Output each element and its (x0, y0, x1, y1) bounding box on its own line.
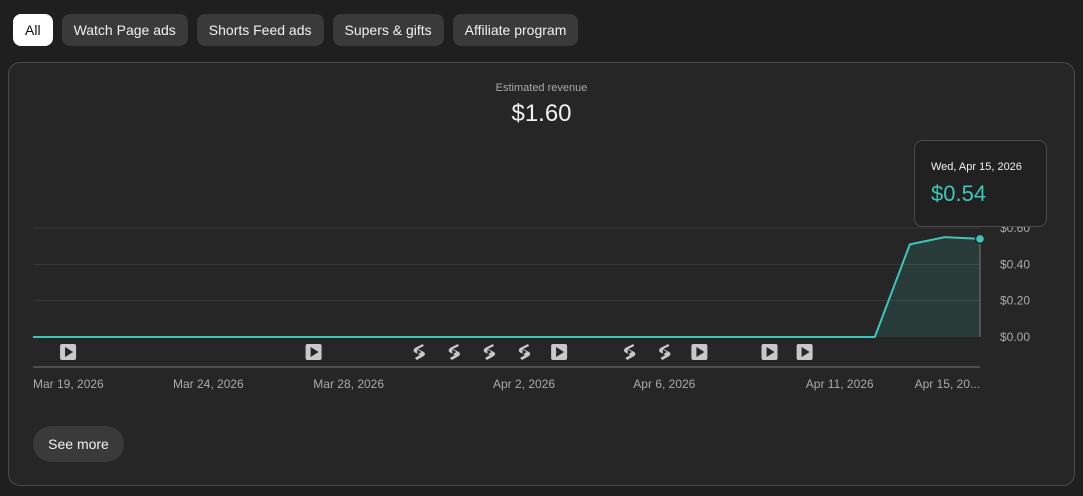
x-tick-label: Mar 24, 2026 (173, 377, 244, 391)
x-tick-label: Apr 15, 20... (915, 377, 980, 391)
x-tick-label: Apr 2, 2026 (493, 377, 555, 391)
filter-chip-affiliate-program[interactable]: Affiliate program (452, 14, 579, 46)
x-tick-label: Mar 28, 2026 (313, 377, 384, 391)
see-more-button[interactable]: See more (33, 426, 124, 462)
x-tick-label: Mar 19, 2026 (33, 377, 104, 391)
tooltip-value: $0.54 (931, 181, 987, 206)
filter-chip-shorts-feed-ads[interactable]: Shorts Feed ads (196, 14, 324, 46)
revenue-chart[interactable]: $0.00$0.20$0.40$0.60Mar 19, 2026 Mar 24, … (9, 63, 1074, 393)
video-upload-marker-icon[interactable] (796, 344, 813, 360)
video-upload-marker-icon[interactable] (761, 344, 778, 360)
filter-chip-all[interactable]: All (13, 14, 53, 46)
y-tick-label: $0.20 (1000, 294, 1030, 308)
short-upload-marker-icon[interactable] (518, 344, 531, 360)
x-tick-label: Apr 6, 2026 (633, 377, 695, 391)
chart-tooltip: Wed, Apr 15, 2026 $0.54 (914, 140, 1047, 227)
tooltip-date: Wed, Apr 15, 2026 (931, 161, 1022, 173)
short-upload-marker-icon[interactable] (659, 344, 671, 360)
video-upload-marker-icon[interactable] (60, 344, 77, 360)
short-upload-marker-icon[interactable] (448, 344, 461, 360)
video-upload-marker-icon[interactable] (305, 344, 322, 360)
video-upload-marker-icon[interactable] (691, 344, 708, 360)
series-area (33, 237, 980, 337)
short-upload-marker-icon[interactable] (623, 344, 636, 360)
video-upload-marker-icon[interactable] (551, 344, 568, 360)
series-line (33, 236, 981, 338)
revenue-card: Estimated revenue $1.60 $0.00 $0.20 $0.40 $… (8, 62, 1075, 486)
filter-chip-bar: All Watch Page ads Shorts Feed ads Super… (13, 14, 579, 46)
y-tick-label: $0.00 (1000, 330, 1030, 344)
filter-chip-supers-gifts[interactable]: Supers & gifts (332, 14, 444, 46)
short-upload-marker-icon[interactable] (483, 344, 496, 360)
short-upload-marker-icon[interactable] (413, 344, 425, 360)
filter-chip-watch-page-ads[interactable]: Watch Page ads (61, 14, 188, 46)
y-tick-label: $0.40 (1000, 257, 1030, 271)
highlight-point (974, 233, 986, 245)
x-tick-label: Apr 11, 2026 (806, 377, 874, 391)
